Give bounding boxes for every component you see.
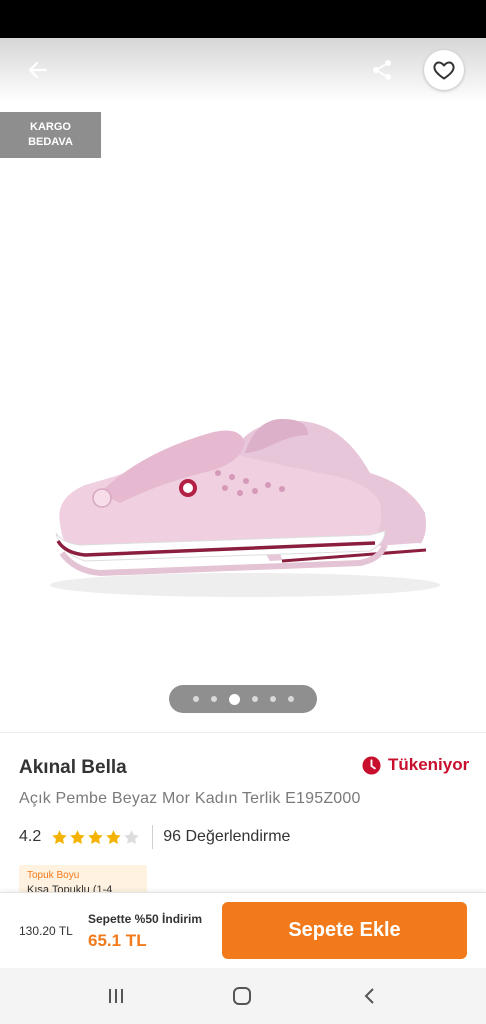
clock-icon xyxy=(362,755,381,775)
pager-dot[interactable] xyxy=(192,696,199,702)
back-chevron-icon xyxy=(364,988,374,1004)
stock-status-text: Tükeniyor xyxy=(388,755,470,774)
review-count[interactable]: 96 Değerlendirme xyxy=(163,828,290,846)
status-bar xyxy=(0,0,486,38)
star-filled-icon xyxy=(52,829,67,844)
pager-dot[interactable] xyxy=(269,696,276,702)
product-title: Açık Pembe Beyaz Mor Kadın Terlik E195Z0… xyxy=(19,790,361,807)
product-info: Akınal Bella Tükeniyor Açık Pembe Beyaz … xyxy=(0,732,486,893)
stock-status: Tükeniyor xyxy=(362,755,469,775)
home-button[interactable] xyxy=(222,980,262,1012)
pager-dot-active[interactable] xyxy=(228,693,240,705)
star-rating xyxy=(51,829,140,846)
arrow-left-icon xyxy=(28,61,48,79)
system-back-button[interactable] xyxy=(350,980,390,1012)
image-pager[interactable] xyxy=(169,685,317,713)
heart-outline-icon xyxy=(433,61,455,80)
rating-value: 4.2 xyxy=(19,828,42,845)
divider xyxy=(152,825,154,849)
recents-button[interactable] xyxy=(96,980,136,1012)
brand-name[interactable]: Akınal Bella xyxy=(19,757,127,779)
header-overlay xyxy=(0,38,486,102)
pager-dot[interactable] xyxy=(210,696,217,702)
badge-line-2: BEDAVA xyxy=(28,136,73,148)
favorite-button[interactable] xyxy=(424,50,464,90)
star-filled-icon xyxy=(88,829,103,844)
back-button[interactable] xyxy=(22,54,54,86)
rating-row[interactable]: 4.2 96 Değerlendirme xyxy=(19,825,290,849)
system-nav-bar xyxy=(0,968,486,1024)
discount-text: Sepette %50 İndirim xyxy=(88,912,203,926)
badge-line-1: KARGO xyxy=(30,121,71,133)
home-icon xyxy=(233,987,251,1005)
attribute-label: Topuk Boyu xyxy=(27,870,80,881)
pager-dot[interactable] xyxy=(251,696,258,702)
new-price: 65.1 TL xyxy=(88,931,147,950)
free-shipping-badge: KARGO BEDAVA xyxy=(0,112,101,158)
star-filled-icon xyxy=(106,829,121,844)
product-image-gallery[interactable]: KARGO BEDAVA xyxy=(0,38,486,732)
product-image xyxy=(50,418,440,597)
share-icon xyxy=(373,60,391,80)
star-filled-icon xyxy=(70,829,85,844)
recents-icon xyxy=(109,989,123,1003)
purchase-bar: 130.20 TL Sepette %50 İndirim 65.1 TL Se… xyxy=(0,892,486,968)
pager-dot[interactable] xyxy=(287,696,294,702)
attribute-chip: Topuk Boyu Kısa Topuklu (1-4 xyxy=(19,865,147,893)
old-price: 130.20 TL xyxy=(19,924,73,938)
add-to-cart-button[interactable]: Sepete Ekle xyxy=(222,902,467,959)
star-empty-icon xyxy=(124,829,139,844)
share-button[interactable] xyxy=(366,54,398,86)
